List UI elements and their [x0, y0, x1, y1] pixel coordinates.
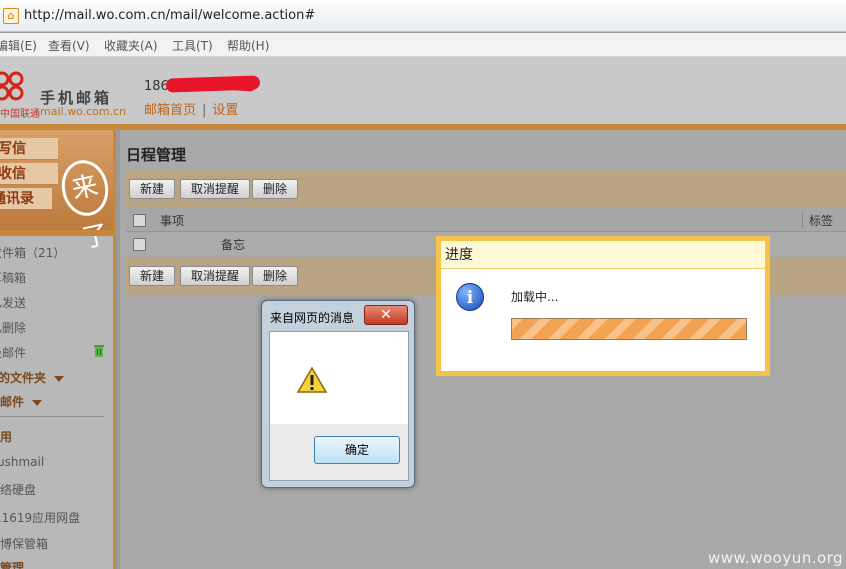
sidebar-item-network-disk[interactable]: 网络硬盘 [0, 481, 36, 498]
info-icon: i [456, 283, 484, 311]
watermark: www.wooyun.org [708, 549, 844, 567]
menu-help[interactable]: 帮助(H) [227, 37, 269, 54]
new-button[interactable]: 新建 [129, 266, 176, 286]
sidebar-item-inbox[interactable]: 收件箱（21） [0, 244, 65, 261]
row-checkbox[interactable] [133, 238, 146, 251]
alert-title: 来自网页的消息 [270, 311, 355, 325]
sidebar-item-sent[interactable]: 已发送 [0, 294, 26, 311]
write-mail-button[interactable]: 写信 [0, 138, 58, 160]
sidebar-item-calendar[interactable]: 日程管理 [0, 559, 24, 569]
delete-button[interactable]: 删除 [252, 179, 299, 199]
receive-mail-button[interactable]: 收信 [0, 163, 58, 185]
browser-menu-bar: 编辑(E) 查看(V) 收藏夹(A) 工具(T) 帮助(H) [0, 33, 846, 57]
loading-text: 加载中... [511, 290, 559, 304]
alert-footer: 确定 [270, 424, 408, 480]
url-text[interactable]: http://mail.wo.com.cn/mail/welcome.actio… [24, 8, 315, 23]
quick-actions: 写信 收信 通讯录 来了 [0, 130, 114, 254]
menu-tools[interactable]: 工具(T) [172, 37, 213, 54]
sidebar-item-my-folders[interactable]: 我的文件夹 [0, 369, 65, 386]
trash-icon[interactable] [93, 344, 105, 357]
contacts-button[interactable]: 通讯录 [0, 188, 52, 210]
new-button[interactable]: 新建 [129, 179, 176, 199]
column-tag: 标签 [802, 212, 833, 229]
delete-button[interactable]: 删除 [252, 266, 299, 286]
sidebar-item-app-disk[interactable]: 11619应用网盘 [0, 509, 80, 526]
menu-edit[interactable]: 编辑(E) [0, 37, 37, 54]
logo-url: mail.wo.com.cn [40, 105, 127, 118]
ok-button[interactable]: 确定 [314, 436, 400, 464]
address-bar[interactable]: ⌂ http://mail.wo.com.cn/mail/welcome.act… [0, 0, 846, 32]
column-item: 事项 [160, 214, 185, 228]
sidebar-item-other-mail[interactable]: 其他邮件 [0, 393, 43, 410]
row-memo[interactable]: 备忘 [221, 236, 245, 253]
page-title: 日程管理 [126, 146, 187, 164]
chevron-down-icon [32, 399, 43, 406]
sidebar-item-deleted[interactable]: 已删除 [0, 319, 26, 336]
close-button[interactable]: ✕ [364, 305, 408, 325]
mailbox-home-link[interactable]: 邮箱首页 [144, 103, 196, 118]
alert-dialog: 来自网页的消息 ✕ 确定 [261, 300, 415, 488]
unicom-logo-icon [0, 71, 24, 101]
progress-bar [511, 318, 747, 340]
sidebar-item-spam[interactable]: 垃圾邮件 [0, 344, 26, 361]
progress-title: 进度 [441, 241, 765, 269]
sidebar-item-pushmail[interactable]: Pushmail [0, 455, 44, 469]
alert-body: 确定 [269, 331, 409, 481]
sidebar-separator [0, 416, 104, 417]
select-all-checkbox[interactable] [133, 214, 146, 227]
menu-view[interactable]: 查看(V) [48, 37, 90, 54]
mail-header: 中国联通 手机邮箱 mail.wo.com.cn 186 wo.com.cn 邮… [0, 57, 846, 127]
cancel-reminder-button[interactable]: 取消提醒 [180, 179, 251, 199]
progress-dialog: 进度 i 加载中... [436, 236, 770, 376]
menu-favorites[interactable]: 收藏夹(A) [104, 37, 158, 54]
sidebar-item-apps: 应用 [0, 430, 13, 444]
toolbar-top: 新建 取消提醒 删除 [126, 170, 846, 208]
sidebar-item-weibo-box[interactable]: 微博保管箱 [0, 535, 48, 552]
sidebar: 写信 收信 通讯录 来了 收件箱（21） 草稿箱 已发送 已删除 垃圾邮件 我的… [0, 130, 116, 569]
sidebar-item-drafts[interactable]: 草稿箱 [0, 269, 26, 286]
warning-icon [296, 366, 328, 393]
header-links: 邮箱首页 | 设置 [144, 99, 238, 118]
sidebar-divider [0, 230, 113, 236]
logo-subtitle: 中国联通 [0, 109, 40, 120]
link-separator: | [202, 103, 207, 118]
promo-stamp: 来了 [56, 155, 114, 254]
cancel-reminder-button[interactable]: 取消提醒 [180, 266, 251, 286]
page-favicon-icon: ⌂ [3, 8, 19, 24]
chevron-down-icon [54, 375, 65, 382]
settings-link[interactable]: 设置 [212, 103, 238, 118]
table-header: 事项 标签 [126, 208, 846, 232]
